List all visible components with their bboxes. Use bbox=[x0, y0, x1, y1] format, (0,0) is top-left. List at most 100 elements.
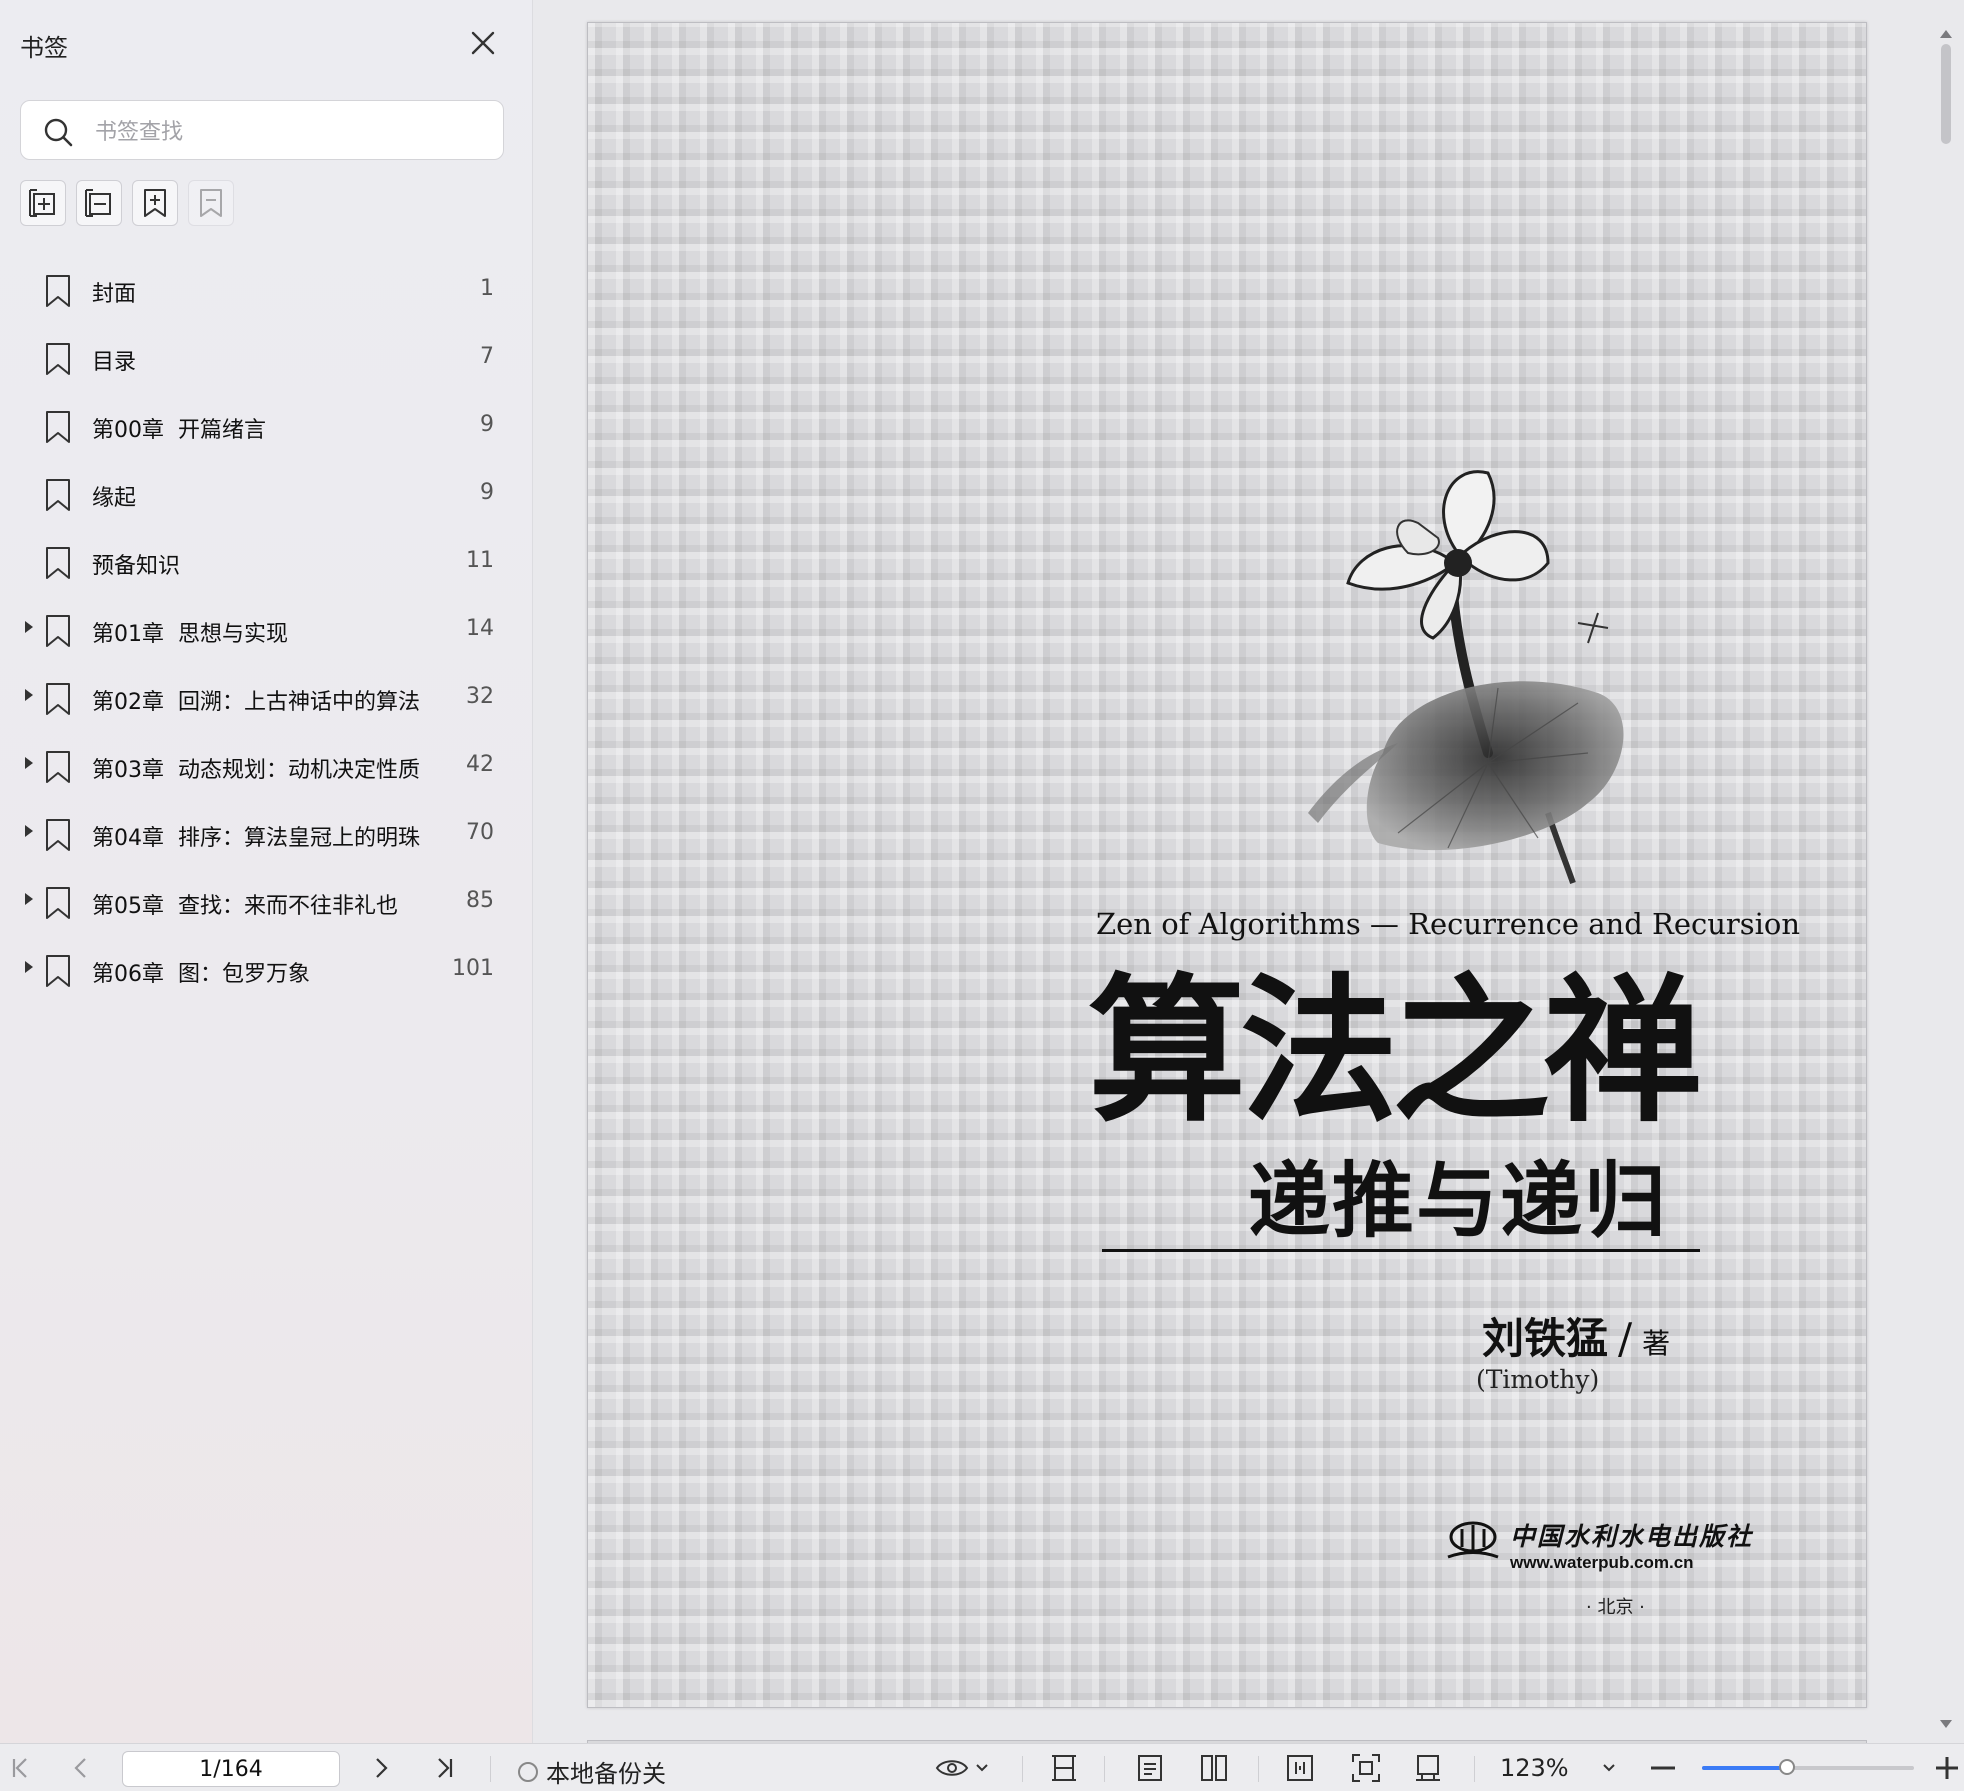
zoom-in-button[interactable] bbox=[1934, 1744, 1960, 1791]
chevron-right-icon bbox=[376, 1757, 388, 1778]
bookmark-item[interactable]: 缘起 9 bbox=[0, 460, 532, 528]
bookmark-icon bbox=[46, 819, 70, 851]
bookmark-page-number: 1 bbox=[480, 276, 494, 301]
expand-arrow-icon[interactable] bbox=[25, 961, 33, 973]
bookmark-icon bbox=[46, 547, 70, 579]
two-page-button[interactable] bbox=[1194, 1744, 1234, 1791]
bookmark-item[interactable]: 预备知识 11 bbox=[0, 528, 532, 596]
bookmark-icon bbox=[46, 615, 70, 647]
actual-size-button[interactable] bbox=[1408, 1744, 1448, 1791]
bookmark-label: 第05章 查找：来而不往非礼也 bbox=[92, 894, 398, 919]
expand-arrow-icon[interactable] bbox=[25, 825, 33, 837]
collapse-all-icon bbox=[85, 189, 111, 217]
expand-arrow-icon[interactable] bbox=[25, 621, 33, 633]
zoom-dropdown[interactable] bbox=[1594, 1744, 1624, 1791]
fit-page-icon bbox=[1352, 1753, 1380, 1782]
author-role: 著 bbox=[1642, 1327, 1671, 1360]
bookmark-label: 第01章 思想与实现 bbox=[92, 622, 288, 647]
vertical-scrollbar[interactable] bbox=[1940, 30, 1952, 1730]
document-viewer[interactable]: Zen of Algorithms — Recurrence and Recur… bbox=[533, 0, 1964, 1752]
bookmark-icon bbox=[46, 479, 70, 511]
expand-arrow-icon[interactable] bbox=[25, 893, 33, 905]
zoom-out-button[interactable] bbox=[1648, 1744, 1678, 1791]
chevron-down-icon bbox=[1603, 1763, 1615, 1771]
last-page-button[interactable] bbox=[428, 1744, 462, 1791]
divider bbox=[1258, 1756, 1259, 1782]
author-english-name: (Timothy) bbox=[1476, 1365, 1600, 1394]
bookmark-icon bbox=[46, 683, 70, 715]
zoom-level[interactable]: 123% bbox=[1500, 1754, 1569, 1782]
single-page-button[interactable] bbox=[1130, 1744, 1170, 1791]
bookmark-toolbar bbox=[20, 180, 234, 226]
view-mode-dropdown[interactable] bbox=[932, 1744, 992, 1791]
bookmark-item[interactable]: 第05章 查找：来而不往非礼也 85 bbox=[0, 868, 532, 936]
expand-arrow-icon[interactable] bbox=[25, 757, 33, 769]
chevron-left-icon bbox=[74, 1757, 86, 1778]
bookmark-icon bbox=[46, 343, 70, 375]
bookmark-icon bbox=[46, 887, 70, 919]
bookmark-item[interactable]: 第04章 排序：算法皇冠上的明珠 70 bbox=[0, 800, 532, 868]
fit-width-button[interactable] bbox=[1280, 1744, 1320, 1791]
bookmark-item[interactable]: 第02章 回溯：上古神话中的算法 32 bbox=[0, 664, 532, 732]
bookmark-label: 第04章 排序：算法皇冠上的明珠 bbox=[92, 826, 420, 851]
bookmark-minus-icon bbox=[200, 189, 222, 217]
bookmark-page-number: 9 bbox=[480, 412, 494, 437]
bookmark-page-number: 11 bbox=[466, 548, 494, 573]
chevron-down-icon bbox=[976, 1763, 988, 1771]
zoom-slider-knob[interactable] bbox=[1778, 1759, 1795, 1775]
scroll-up-icon[interactable] bbox=[1940, 30, 1952, 38]
publisher-url: www.waterpub.com.cn bbox=[1510, 1553, 1694, 1572]
english-title: Zen of Algorithms — Recurrence and Recur… bbox=[1096, 907, 1801, 941]
bookmark-item[interactable]: 封面 1 bbox=[0, 256, 532, 324]
bookmark-item[interactable]: 第03章 动态规划：动机决定性质 42 bbox=[0, 732, 532, 800]
expand-arrow-icon[interactable] bbox=[25, 689, 33, 701]
add-bookmark-button[interactable] bbox=[20, 180, 66, 226]
chinese-subtitle: 递推与递归 bbox=[1248, 1154, 1669, 1249]
author-name: 刘铁猛 bbox=[1482, 1314, 1609, 1363]
new-bookmark-button[interactable] bbox=[132, 180, 178, 226]
bookmark-list: 封面 1 目录 7 第00章 开篇绪言 9 缘起 9 预备知识 11 第01章 思想与实现 14 第02… bbox=[0, 256, 532, 1004]
bookmark-panel: 书签 书签查找 封面 1 目录 7 第00章 开篇绪言 9 缘起 9 预备知识 … bbox=[0, 0, 533, 1743]
bookmark-item[interactable]: 第01章 思想与实现 14 bbox=[0, 596, 532, 664]
bookmark-page-number: 85 bbox=[466, 888, 494, 913]
page-number-input[interactable] bbox=[122, 1751, 340, 1787]
bookmark-icon bbox=[46, 275, 70, 307]
document-page: Zen of Algorithms — Recurrence and Recur… bbox=[587, 22, 1867, 1708]
actual-size-icon bbox=[1416, 1754, 1440, 1781]
expand-all-icon bbox=[29, 189, 55, 217]
bookmark-label: 目录 bbox=[92, 350, 137, 375]
bookmark-item[interactable]: 第06章 图：包罗万象 101 bbox=[0, 936, 532, 1004]
next-page-button[interactable] bbox=[366, 1744, 398, 1791]
prev-page-button[interactable] bbox=[64, 1744, 96, 1791]
bookmark-label: 第06章 图：包罗万象 bbox=[92, 962, 310, 987]
zoom-slider[interactable] bbox=[1702, 1759, 1914, 1775]
bookmark-plus-icon bbox=[144, 189, 166, 217]
bookmark-item[interactable]: 目录 7 bbox=[0, 324, 532, 392]
bookmark-page-number: 7 bbox=[480, 344, 494, 369]
continuous-scroll-button[interactable] bbox=[1046, 1744, 1082, 1791]
fit-page-button[interactable] bbox=[1346, 1744, 1386, 1791]
search-input[interactable] bbox=[93, 113, 487, 151]
bookmark-item[interactable]: 第00章 开篇绪言 9 bbox=[0, 392, 532, 460]
local-backup-toggle[interactable]: 本地备份关 bbox=[518, 1754, 666, 1789]
close-icon[interactable] bbox=[468, 28, 498, 58]
first-page-button[interactable] bbox=[4, 1744, 36, 1791]
two-page-icon bbox=[1201, 1754, 1227, 1781]
status-bar: 本地备份关 123% bbox=[0, 1743, 1964, 1791]
author-line: 刘铁猛 / 著 bbox=[1482, 1305, 1670, 1366]
bookmark-search bbox=[20, 100, 504, 160]
bookmark-label: 封面 bbox=[92, 282, 137, 307]
author-slash: / bbox=[1618, 1314, 1633, 1363]
publisher-logo-icon bbox=[1447, 1521, 1499, 1559]
scroll-thumb[interactable] bbox=[1941, 44, 1951, 144]
bookmark-label: 第02章 回溯：上古神话中的算法 bbox=[92, 690, 420, 715]
title-rule bbox=[1102, 1249, 1700, 1252]
bookmark-page-number: 70 bbox=[466, 820, 494, 845]
backup-label: 本地备份关 bbox=[546, 1760, 666, 1788]
delete-bookmark-button[interactable] bbox=[188, 180, 234, 226]
collapse-all-button[interactable] bbox=[76, 180, 122, 226]
divider bbox=[1104, 1756, 1105, 1782]
scroll-down-icon[interactable] bbox=[1940, 1720, 1952, 1728]
bookmark-page-number: 9 bbox=[480, 480, 494, 505]
bookmark-page-number: 42 bbox=[466, 752, 494, 777]
